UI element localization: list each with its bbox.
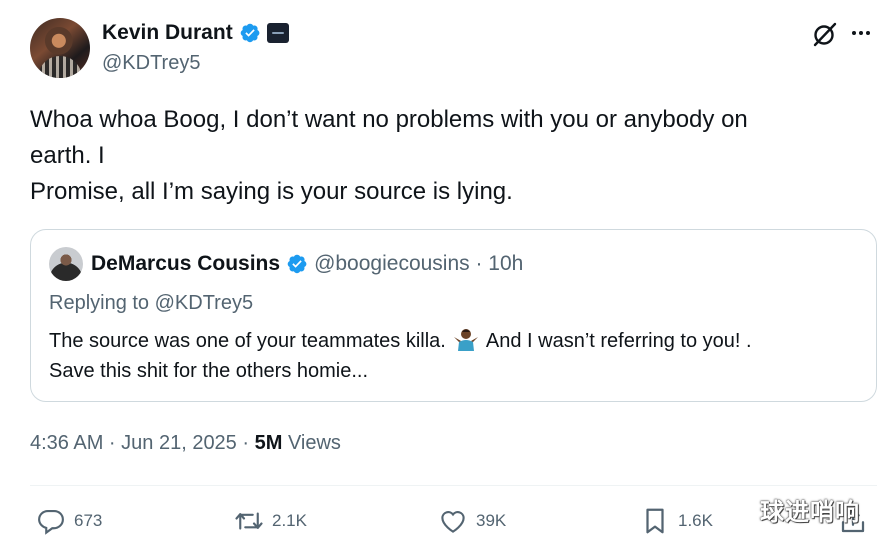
- tweet-line: Whoa whoa Boog, I don’t want no problems…: [30, 106, 748, 133]
- repost-icon: [235, 512, 263, 530]
- like-icon: [441, 511, 465, 533]
- like-button[interactable]: 39K: [438, 506, 506, 536]
- quoted-author-name[interactable]: DeMarcus Cousins: [91, 252, 280, 276]
- verified-badge-icon: [240, 23, 260, 43]
- tweet-text: Whoa whoa Boog, I don’t want no problems…: [30, 102, 870, 210]
- action-bar: 673 2.1K 39K 1.6K: [30, 500, 877, 540]
- grok-icon[interactable]: [811, 20, 839, 48]
- author-name[interactable]: Kevin Durant: [102, 21, 233, 45]
- quoted-tweet-text: The source was one of your teammates kil…: [49, 326, 752, 386]
- timestamp[interactable]: 4:36 AM · Jun 21, 2025 ·: [30, 432, 255, 454]
- tweet-line: Promise, all I’m saying is your source i…: [30, 178, 513, 205]
- tweet-line: earth. I: [30, 142, 105, 169]
- author-handle[interactable]: @KDTrey5: [102, 52, 200, 75]
- views-label: Views: [282, 432, 341, 454]
- bookmark-button[interactable]: 1.6K: [640, 506, 713, 536]
- quoted-tweet-header: DeMarcus Cousins @boogiecousins · 10h: [91, 252, 523, 276]
- author-name-row: Kevin Durant: [102, 20, 289, 46]
- more-icon[interactable]: [852, 31, 870, 35]
- quoted-text-segment: And I wasn’t referring to you! .: [485, 330, 752, 352]
- quoted-text-line: Save this shit for the others homie...: [49, 360, 369, 382]
- reply-icon: [38, 509, 64, 535]
- affiliate-badge-icon[interactable]: [266, 23, 289, 43]
- verified-badge-icon: [287, 254, 307, 274]
- bookmark-icon: [646, 508, 664, 534]
- reply-button[interactable]: 673: [36, 506, 102, 536]
- bookmark-count: 1.6K: [678, 511, 713, 530]
- person-shrugging-emoji: [454, 329, 479, 351]
- watermark: 球进哨响: [760, 499, 860, 526]
- divider: [30, 485, 877, 486]
- quoted-tweet[interactable]: DeMarcus Cousins @boogiecousins · 10h Re…: [30, 229, 877, 402]
- quoted-author-avatar[interactable]: [49, 247, 83, 281]
- like-count: 39K: [476, 511, 507, 530]
- repost-count: 2.1K: [272, 511, 307, 530]
- tweet-meta: 4:36 AM · Jun 21, 2025 · 5M Views: [30, 432, 341, 455]
- reply-count: 673: [74, 511, 103, 530]
- quoted-text-segment: The source was one of your teammates kil…: [49, 330, 446, 352]
- author-avatar[interactable]: [30, 18, 90, 78]
- replying-to[interactable]: Replying to @KDTrey5: [49, 292, 253, 315]
- repost-button[interactable]: 2.1K: [234, 506, 307, 536]
- quoted-author-handle-time[interactable]: @boogiecousins · 10h: [314, 252, 523, 276]
- views-count: 5M: [254, 432, 283, 454]
